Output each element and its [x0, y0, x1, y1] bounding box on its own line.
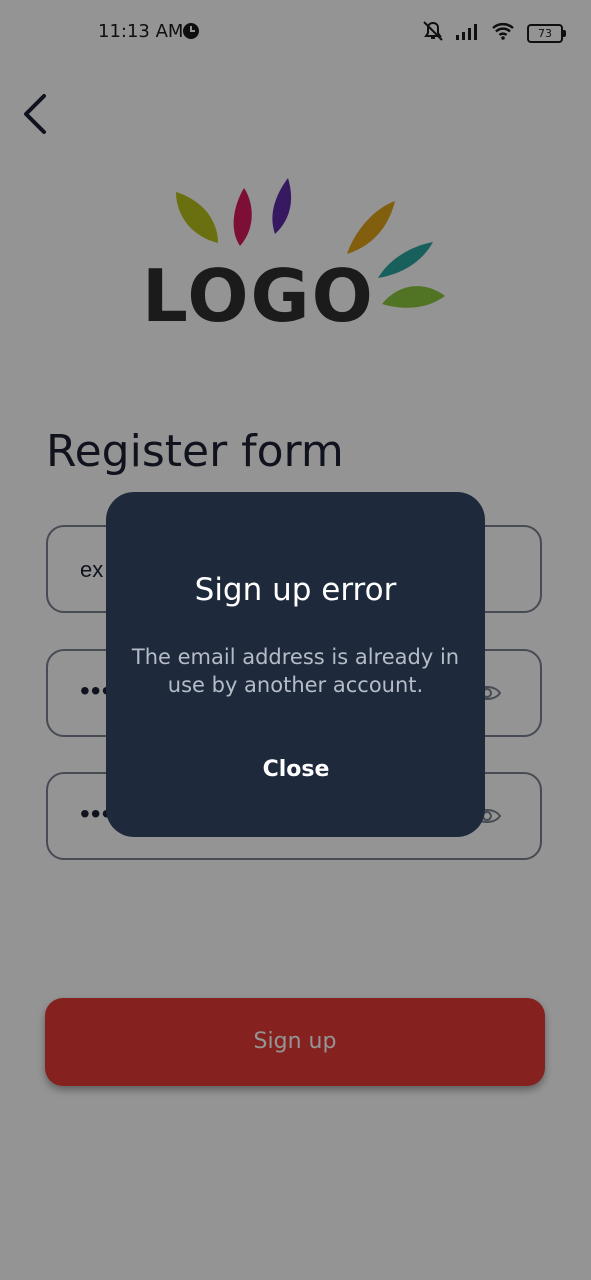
dialog-title: Sign up error [194, 572, 397, 608]
error-dialog: Sign up error The email address is alrea… [106, 492, 485, 837]
close-button[interactable]: Close [236, 748, 356, 792]
dialog-message: The email address is already in use by a… [131, 645, 460, 697]
